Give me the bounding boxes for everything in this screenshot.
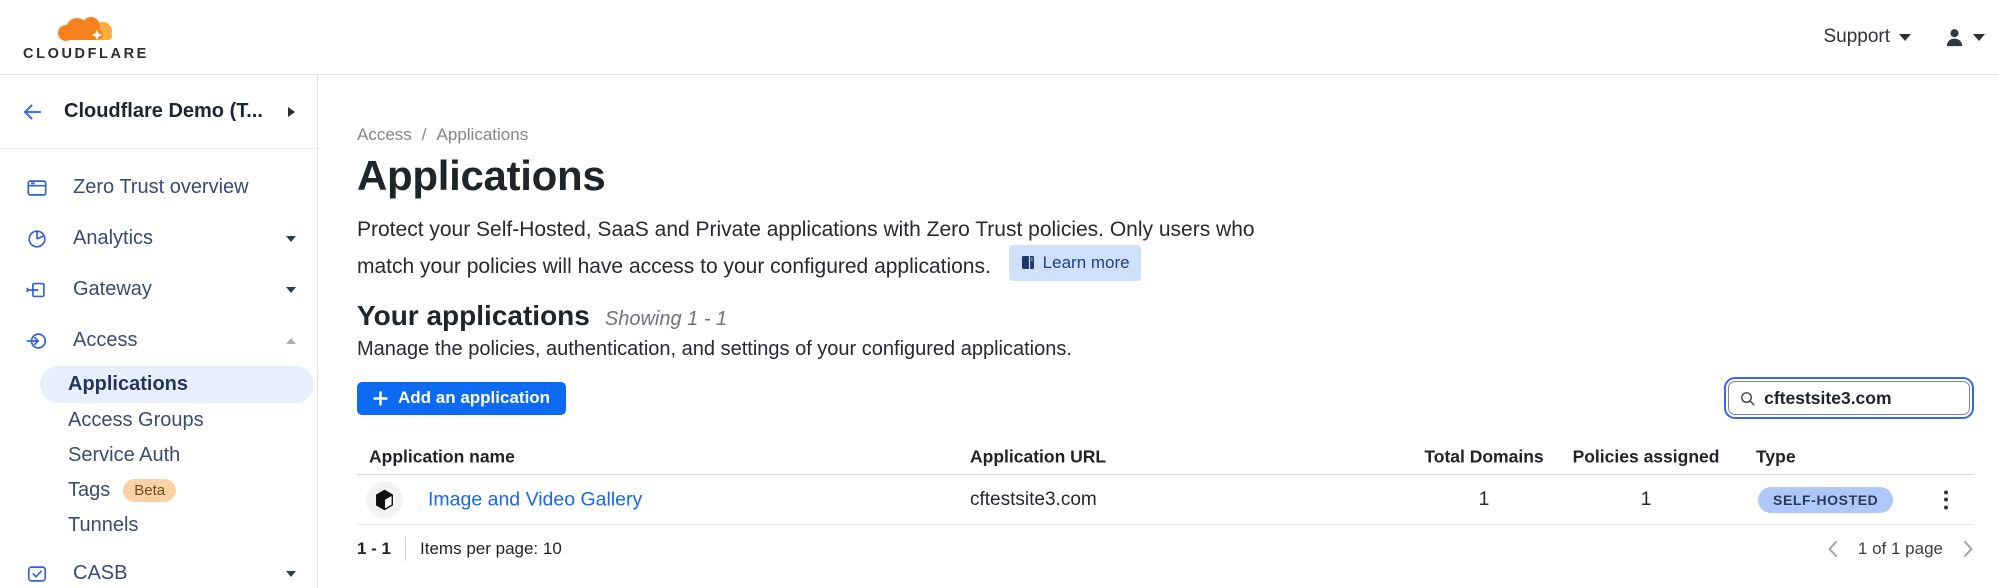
column-type: Type [1756,446,1796,467]
support-menu[interactable]: Support [1823,26,1911,48]
page-description: Protect your Self-Hosted, SaaS and Priva… [357,215,1974,282]
search-box [1728,381,1970,415]
cube-icon [375,489,394,510]
sidebar-item-gateway[interactable]: Gateway [0,264,317,315]
pie-chart-icon [26,228,48,250]
account-name[interactable]: Cloudflare Demo (T... [64,100,288,123]
sidebar-item-label: CASB [73,562,286,585]
sidebar-item-casb[interactable]: CASB [0,548,317,588]
table-row: Image and Video Gallery cftestsite3.com … [357,475,1974,525]
chevron-right-icon[interactable] [1963,540,1974,558]
plus-icon [373,391,388,406]
top-header: CLOUDFLARE Support [0,0,1999,75]
sidebar-item-label: Access [73,329,286,352]
chevron-right-icon[interactable] [288,107,295,117]
search-input[interactable] [1764,388,1958,409]
access-submenu: Applications Access Groups Service Auth … [0,366,317,543]
type-badge: SELF-HOSTED [1758,487,1893,513]
sidebar-item-label: Access Groups [68,409,204,432]
column-policies-assigned: Policies assigned [1536,446,1756,467]
chevron-down-icon[interactable] [286,236,296,242]
description-line-1: Protect your Self-Hosted, SaaS and Priva… [357,218,1255,241]
book-icon [1020,255,1036,271]
sidebar-item-label: Analytics [73,227,286,250]
beta-badge: Beta [123,479,176,502]
application-name-link[interactable]: Image and Video Gallery [428,488,642,511]
applications-table: Application name Application URL Total D… [357,439,1974,525]
learn-more-label: Learn more [1043,248,1130,278]
user-menu[interactable] [1943,26,1985,49]
sidebar-item-label: Zero Trust overview [73,176,296,199]
sidebar-item-label: Service Auth [68,444,180,467]
kebab-menu-icon[interactable] [1940,486,1952,513]
application-url-cell: cftestsite3.com [970,489,1097,511]
sidebar-item-applications[interactable]: Applications [40,366,314,403]
policies-assigned-cell: 1 [1536,489,1756,511]
section-subtitle: Manage the policies, authentication, and… [357,338,1974,361]
support-label: Support [1823,26,1890,48]
pagination-right: 1 of 1 page [1827,539,1974,559]
gateway-icon [26,279,48,301]
cloudflare-cloud-icon [53,13,119,45]
back-arrow-icon[interactable] [20,100,44,124]
sidebar-item-label: Applications [68,373,188,396]
topbar-actions: Support [1823,26,1989,49]
breadcrumb: Access / Applications [357,125,1974,145]
login-arrow-icon [26,330,48,352]
sidebar-nav: Zero Trust overview Analytics Gateway Ac… [0,149,317,588]
sidebar-account-header: Cloudflare Demo (T... [0,75,317,149]
application-avatar [366,481,403,518]
sidebar-item-label: Gateway [73,278,286,301]
pagination-left: 1 - 1 Items per page: 10 [357,537,562,561]
showing-count: Showing 1 - 1 [605,308,727,331]
column-application-name: Application name [369,446,515,467]
user-icon [1943,26,1966,49]
section-header: Your applications Showing 1 - 1 [357,300,1974,332]
cloudflare-logo[interactable]: CLOUDFLARE [20,13,152,62]
sidebar-item-analytics[interactable]: Analytics [0,213,317,264]
section-title: Your applications [357,300,590,332]
pagination-divider [405,537,406,561]
toolbar: Add an application [357,381,1974,415]
table-header: Application name Application URL Total D… [357,439,1974,475]
sidebar: Cloudflare Demo (T... Zero Trust overvie… [0,75,318,588]
cloudflare-logo-text: CLOUDFLARE [23,46,149,62]
breadcrumb-applications: Applications [437,125,529,145]
sidebar-item-access-groups[interactable]: Access Groups [0,403,317,438]
check-square-icon [26,563,48,585]
learn-more-button[interactable]: Learn more [1009,245,1141,281]
sidebar-item-zero-trust-overview[interactable]: Zero Trust overview [0,162,317,213]
chevron-down-icon[interactable] [286,571,296,577]
chevron-down-icon [1899,34,1911,41]
main-content: Access / Applications Applications Prote… [318,75,1999,588]
sidebar-item-access[interactable]: Access [0,315,317,366]
breadcrumb-separator: / [422,125,427,145]
sidebar-item-label: Tags [68,479,110,502]
items-per-page[interactable]: Items per page: 10 [420,539,562,559]
browser-window-icon [26,177,48,199]
pagination-range: 1 - 1 [357,539,391,559]
chevron-down-icon[interactable] [286,287,296,293]
chevron-up-icon[interactable] [286,338,296,344]
page-title: Applications [357,153,1974,199]
column-application-url: Application URL [970,446,1106,467]
chevron-down-icon [1973,34,1985,41]
pagination: 1 - 1 Items per page: 10 1 of 1 page [357,537,1974,561]
sidebar-item-tunnels[interactable]: Tunnels [0,508,317,543]
sidebar-item-tags[interactable]: Tags Beta [0,473,317,508]
search-icon [1740,390,1755,407]
page-indicator: 1 of 1 page [1858,539,1943,559]
chevron-left-icon[interactable] [1827,540,1838,558]
breadcrumb-access[interactable]: Access [357,125,412,145]
add-application-label: Add an application [398,388,550,408]
description-line-2: match your policies will have access to … [357,255,991,278]
add-application-button[interactable]: Add an application [357,382,566,415]
sidebar-item-label: Tunnels [68,514,138,537]
sidebar-item-service-auth[interactable]: Service Auth [0,438,317,473]
